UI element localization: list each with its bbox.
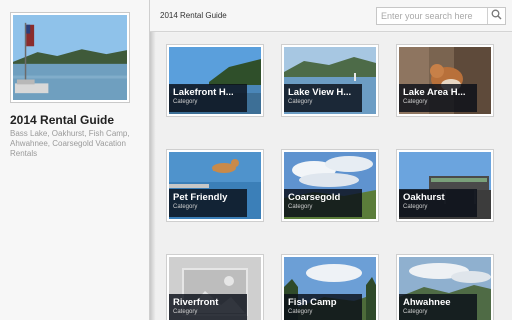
tile-type: Category (173, 99, 198, 105)
category-tile-lakefront[interactable]: Lakefront H... Category (166, 44, 264, 117)
search-input[interactable] (377, 8, 487, 24)
category-tile-riverfront[interactable]: Riverfront Category (166, 254, 264, 320)
category-tile-fish-camp[interactable]: Fish Camp Category (281, 254, 379, 320)
category-tile-ahwahnee[interactable]: Ahwahnee Category (396, 254, 494, 320)
category-tile-lake-view[interactable]: Lake View H... Category (281, 44, 379, 117)
search-button[interactable] (487, 8, 505, 24)
tile-type: Category (403, 309, 428, 315)
tile-type: Category (403, 99, 428, 105)
tile-caption: Lake Area H... Category (399, 84, 477, 112)
tile-name: Lakefront H... (173, 87, 234, 98)
tile-caption: Ahwahnee Category (399, 294, 477, 320)
tile-name: Pet Friendly (173, 192, 228, 203)
tile-caption: Fish Camp Category (284, 294, 362, 320)
category-tile-lake-area[interactable]: Lake Area H... Category (396, 44, 494, 117)
tile-caption: Lakefront H... Category (169, 84, 247, 112)
tile-type: Category (288, 99, 313, 105)
tile-name: Lake Area H... (403, 87, 466, 98)
guide-cover-image[interactable] (10, 12, 130, 103)
tile-type: Category (173, 309, 198, 315)
search-box (376, 7, 506, 25)
category-tile-oakhurst[interactable]: Oakhurst Category (396, 149, 494, 222)
tile-type: Category (403, 204, 428, 210)
guide-subtitle: Bass Lake, Oakhurst, Fish Camp, Ahwahnee… (10, 129, 130, 158)
topbar: 2014 Rental Guide (150, 0, 512, 32)
tile-type: Category (173, 204, 198, 210)
tile-caption: Riverfront Category (169, 294, 247, 320)
category-tile-pet-friendly[interactable]: Pet Friendly Category (166, 149, 264, 222)
tile-name: Riverfront (173, 297, 219, 308)
tile-name: Lake View H... (288, 87, 352, 98)
category-grid: Lakefront H... Category Lake View H... C… (156, 33, 512, 320)
sidebar: 2014 Rental Guide Bass Lake, Oakhurst, F… (0, 0, 150, 320)
guide-title: 2014 Rental Guide (10, 113, 115, 127)
tile-name: Fish Camp (288, 297, 337, 308)
tile-type: Category (288, 309, 313, 315)
tile-name: Coarsegold (288, 192, 341, 203)
search-icon (491, 7, 502, 25)
tile-caption: Oakhurst Category (399, 189, 477, 217)
tile-caption: Pet Friendly Category (169, 189, 247, 217)
tile-type: Category (288, 204, 313, 210)
tile-caption: Coarsegold Category (284, 189, 362, 217)
page-title: 2014 Rental Guide (160, 11, 227, 20)
tile-caption: Lake View H... Category (284, 84, 362, 112)
tile-name: Ahwahnee (403, 297, 451, 308)
tile-name: Oakhurst (403, 192, 445, 203)
category-tile-coarsegold[interactable]: Coarsegold Category (281, 149, 379, 222)
